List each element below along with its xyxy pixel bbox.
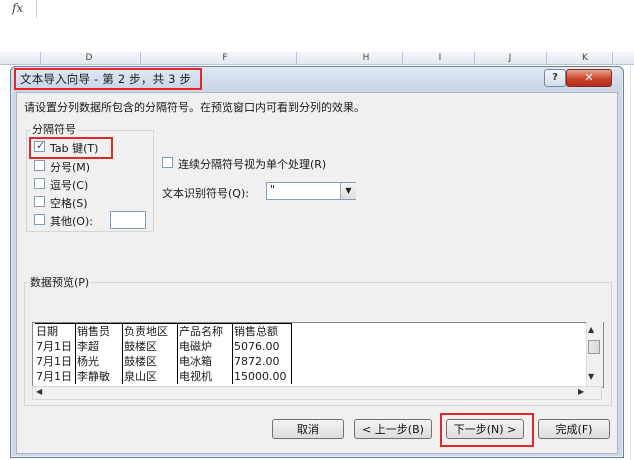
preview-cell: 销售员 xyxy=(75,323,123,339)
title-highlight-box xyxy=(14,68,202,90)
delimiters-group-title: 分隔符号 xyxy=(30,121,78,137)
formula-separator xyxy=(36,0,37,18)
column-separator xyxy=(546,52,547,64)
preview-cell: 鼓楼区 xyxy=(122,354,178,369)
text-qualifier-label: 文本识别符号(Q): xyxy=(162,187,249,200)
preview-cell: 李超 xyxy=(75,339,123,354)
preview-cell: 负责地区 xyxy=(122,323,178,339)
space-checkbox[interactable] xyxy=(34,196,45,207)
tab-highlight-box xyxy=(29,137,113,159)
column-separator xyxy=(402,52,403,64)
semicolon-checkbox[interactable] xyxy=(34,160,45,171)
preview-cell: 杨光 xyxy=(75,354,123,369)
other-delimiter-input[interactable] xyxy=(110,211,146,229)
comma-checkbox-label: 逗号(C) xyxy=(50,179,89,192)
preview-cell: 7872.00 xyxy=(232,354,292,369)
column-separator xyxy=(474,52,475,64)
help-button[interactable]: ? xyxy=(544,69,566,87)
preview-row: 7月1日 李静敏 泉山区 电视机 15000.00 xyxy=(35,369,292,384)
next-highlight-box xyxy=(440,413,534,447)
preview-table: 日期 销售员 负责地区 产品名称 销售总额 7月1日 李超 鼓楼区 电磁炉 5076.00 7月1日… xyxy=(35,323,292,384)
preview-cell: 鼓楼区 xyxy=(122,339,178,354)
preview-cell: 7月1日 xyxy=(35,354,76,369)
preview-cell: 李静敏 xyxy=(75,369,123,384)
text-qualifier-value: " xyxy=(270,183,276,196)
semicolon-checkbox-label: 分号(M) xyxy=(50,161,91,174)
preview-cell: 7月1日 xyxy=(35,369,76,384)
space-checkbox-label: 空格(S) xyxy=(50,197,88,210)
column-header[interactable]: K xyxy=(560,52,610,64)
gridline xyxy=(630,64,631,460)
formula-bar xyxy=(0,0,634,19)
scroll-thumb[interactable] xyxy=(588,340,600,354)
scroll-down-arrow-icon[interactable]: ▼ xyxy=(588,372,594,381)
chevron-down-icon[interactable]: ▼ xyxy=(340,183,356,199)
column-separator xyxy=(140,52,141,64)
column-header[interactable]: J xyxy=(480,52,540,64)
other-checkbox[interactable] xyxy=(34,214,45,225)
close-button[interactable]: ✕ xyxy=(566,69,612,87)
preview-row: 日期 销售员 负责地区 产品名称 销售总额 xyxy=(35,323,292,339)
preview-row: 7月1日 杨光 鼓楼区 电冰箱 7872.00 xyxy=(35,354,292,369)
cancel-button[interactable]: 取消 xyxy=(272,419,344,439)
column-separator xyxy=(612,52,613,64)
preview-cell: 电冰箱 xyxy=(177,354,233,369)
data-preview-box[interactable]: 日期 销售员 负责地区 产品名称 销售总额 7月1日 李超 鼓楼区 电磁炉 5076.00 7月1日… xyxy=(32,322,604,388)
fx-icon[interactable]: fx xyxy=(12,1,23,15)
scroll-left-arrow-icon[interactable]: ◀ xyxy=(36,387,42,396)
finish-button[interactable]: 完成(F) xyxy=(538,419,610,439)
preview-horizontal-scrollbar[interactable] xyxy=(32,386,602,400)
close-icon: ✕ xyxy=(584,71,594,84)
preview-cell: 泉山区 xyxy=(122,369,178,384)
preview-row: 7月1日 李超 鼓楼区 电磁炉 5076.00 xyxy=(35,339,292,354)
data-preview-title: 数据预览(P) xyxy=(28,274,92,290)
column-header[interactable]: D xyxy=(60,52,118,64)
back-button[interactable]: < 上一步(B) xyxy=(354,419,432,439)
formula-input[interactable] xyxy=(0,18,634,53)
scroll-right-arrow-icon[interactable]: ▶ xyxy=(578,387,584,396)
preview-cell: 5076.00 xyxy=(232,339,292,354)
comma-checkbox[interactable] xyxy=(34,178,45,189)
column-separator xyxy=(296,52,297,64)
consecutive-checkbox-label: 连续分隔符号视为单个处理(R) xyxy=(178,158,327,171)
preview-cell: 电磁炉 xyxy=(177,339,233,354)
consecutive-checkbox[interactable] xyxy=(162,157,173,168)
scroll-up-arrow-icon[interactable]: ▲ xyxy=(588,325,594,334)
preview-cell: 电视机 xyxy=(177,369,233,384)
preview-cell: 7月1日 xyxy=(35,339,76,354)
preview-cell: 15000.00 xyxy=(232,369,292,384)
preview-cell: 日期 xyxy=(35,323,76,339)
preview-cell: 产品名称 xyxy=(177,323,233,339)
column-header[interactable]: I xyxy=(410,52,470,64)
instruction-text: 请设置分列数据所包含的分隔符号。在预览窗口内可看到分列的效果。 xyxy=(24,101,365,114)
preview-cell: 销售总额 xyxy=(232,323,292,339)
column-separator xyxy=(40,52,41,64)
other-checkbox-label: 其他(O): xyxy=(50,215,93,228)
column-header[interactable]: F xyxy=(190,52,260,64)
column-header[interactable]: H xyxy=(336,52,396,64)
